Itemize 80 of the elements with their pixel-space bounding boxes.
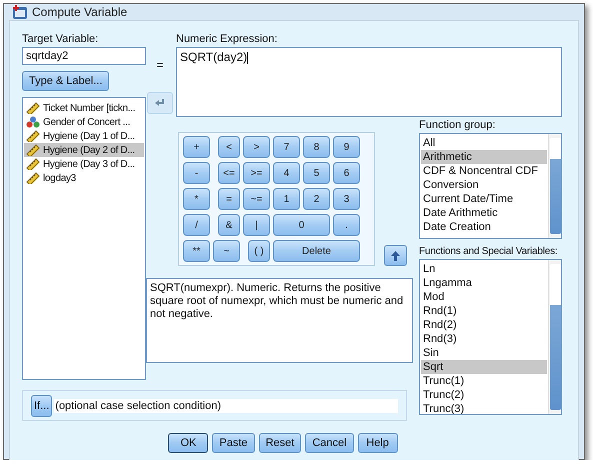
function-group-item[interactable]: Current Date/Time <box>421 192 547 206</box>
function-item[interactable]: Rnd(3) <box>421 332 547 346</box>
ruler-icon <box>26 172 40 184</box>
keypad-key[interactable]: 9 <box>333 136 360 158</box>
function-group-label: Function group: <box>419 119 496 131</box>
function-group-item[interactable]: CDF & Noncentral CDF <box>421 164 547 178</box>
keypad-key[interactable]: 4 <box>273 162 300 184</box>
dialog-button[interactable]: Reset <box>258 433 302 453</box>
function-item[interactable]: Mod <box>421 290 547 304</box>
function-item[interactable]: Trunc(1) <box>421 374 547 388</box>
equals-sign: = <box>156 58 164 72</box>
keypad-key[interactable]: - <box>183 162 210 184</box>
function-item[interactable]: Trunc(3) <box>421 402 547 414</box>
dialog-button[interactable]: OK <box>168 433 208 453</box>
move-function-button[interactable] <box>384 245 407 266</box>
case-condition-text: (optional case selection condition) <box>54 398 398 412</box>
keypad-key[interactable]: ** <box>183 240 210 262</box>
keypad-key[interactable]: 8 <box>303 136 330 158</box>
function-item[interactable]: Rnd(1) <box>421 304 547 318</box>
target-variable-label: Target Variable: <box>22 33 100 45</box>
keypad-key[interactable]: & <box>218 214 240 236</box>
function-group-item[interactable]: Arithmetic <box>421 150 547 164</box>
function-group-item[interactable]: Date Arithmetic <box>421 206 547 220</box>
left-arrow-icon <box>154 98 166 108</box>
keypad-key[interactable]: 0 <box>273 214 330 236</box>
keypad-key[interactable]: <= <box>218 162 240 184</box>
function-group-item[interactable]: Date Creation <box>421 220 547 234</box>
keypad-key[interactable]: * <box>183 188 210 210</box>
function-group-item[interactable]: Conversion <box>421 178 547 192</box>
dialog-button[interactable]: Help <box>358 433 398 453</box>
keypad-key[interactable]: ~= <box>243 188 270 210</box>
move-variable-button[interactable] <box>147 92 173 114</box>
function-group-item[interactable]: All <box>421 136 547 150</box>
scrollbar[interactable] <box>548 260 561 414</box>
function-item[interactable]: Trunc(2) <box>421 388 547 402</box>
if-button[interactable]: If... <box>31 394 52 416</box>
keypad-key[interactable]: 2 <box>303 188 330 210</box>
scrollbar[interactable] <box>548 134 561 238</box>
ruler-icon <box>26 130 40 142</box>
up-arrow-icon <box>391 250 400 260</box>
ruler-icon <box>26 158 40 170</box>
keypad-key[interactable]: 7 <box>273 136 300 158</box>
type-label-button[interactable]: Type & Label... <box>22 71 110 91</box>
keypad-key[interactable]: > <box>243 136 270 158</box>
function-item[interactable]: Sqrt <box>421 360 547 374</box>
keypad-key[interactable]: | <box>243 214 270 236</box>
keypad-key[interactable]: / <box>183 214 210 236</box>
keypad-key[interactable]: ( ) <box>248 240 270 262</box>
keypad-key[interactable]: = <box>218 188 240 210</box>
keypad-key[interactable]: ~ <box>213 240 240 262</box>
variable-item[interactable]: Gender of Concert ... <box>24 115 144 129</box>
function-item[interactable]: Rnd(2) <box>421 318 547 332</box>
function-item[interactable]: Lngamma <box>421 276 547 290</box>
dialog-button[interactable]: Cancel <box>305 433 354 453</box>
keypad-key[interactable]: < <box>218 136 240 158</box>
window-title: Compute Variable <box>32 5 128 19</box>
variable-item[interactable]: Ticket Number [tickn... <box>24 101 144 115</box>
dialog-button[interactable]: Paste <box>212 433 255 453</box>
keypad-key[interactable]: >= <box>243 162 270 184</box>
keypad-key[interactable]: 5 <box>303 162 330 184</box>
target-variable-field[interactable]: sqrtday2 <box>22 47 146 65</box>
numeric-expression-field[interactable]: SQRT(day2) <box>176 47 562 117</box>
ruler-icon <box>26 144 40 156</box>
ruler-icon <box>26 102 40 114</box>
keypad-key[interactable]: . <box>333 214 360 236</box>
variable-item[interactable]: Hygiene (Day 2 of D... <box>24 143 144 157</box>
keypad-key[interactable]: 3 <box>333 188 360 210</box>
keypad-key[interactable]: 1 <box>273 188 300 210</box>
keypad-key[interactable]: Delete <box>273 240 360 262</box>
functions-label: Functions and Special Variables: <box>419 246 558 257</box>
variable-item[interactable]: Hygiene (Day 1 of D... <box>24 129 144 143</box>
variable-item[interactable]: logday3 <box>24 171 144 185</box>
numeric-expression-label: Numeric Expression: <box>176 33 278 45</box>
variable-item[interactable]: Hygiene (Day 3 of D... <box>24 157 144 171</box>
keypad-key[interactable]: + <box>183 136 210 158</box>
nominal-icon <box>26 116 40 128</box>
function-description: SQRT(numexpr). Numeric. Returns the positive square root of numexpr, which must be numeric and not negative. <box>146 278 413 363</box>
keypad-key[interactable]: 6 <box>333 162 360 184</box>
function-item[interactable]: Ln <box>421 262 547 276</box>
function-item[interactable]: Sin <box>421 346 547 360</box>
